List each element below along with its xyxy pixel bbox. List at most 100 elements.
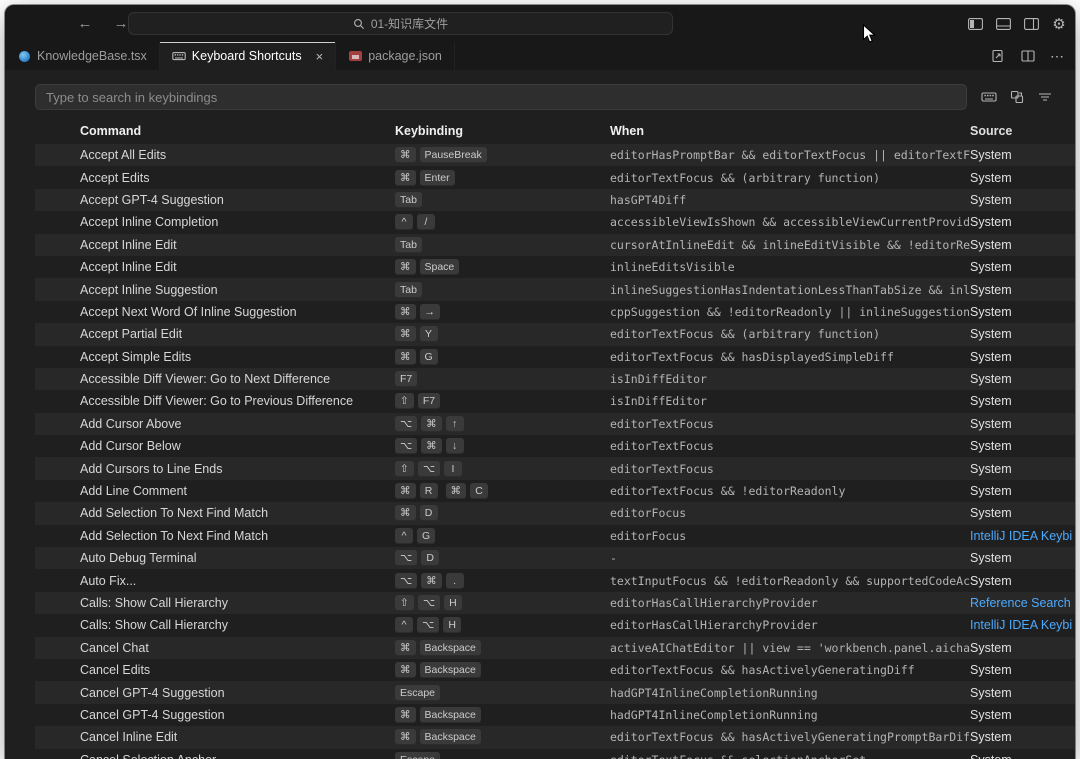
column-header-when[interactable]: When xyxy=(610,124,970,138)
keybinding-cell: ⌥⌘↓ xyxy=(395,438,610,454)
tab-package-json[interactable]: package.json xyxy=(336,42,455,70)
table-row[interactable]: Accessible Diff Viewer: Go to Previous D… xyxy=(35,390,1075,412)
table-row[interactable]: Accept All Edits⌘PauseBreakeditorHasProm… xyxy=(35,144,1075,166)
tab-label: package.json xyxy=(368,49,442,63)
sort-by-precedence-icon[interactable] xyxy=(1009,89,1025,105)
key-chip: ↓ xyxy=(446,438,464,454)
table-row[interactable]: Accept Edits⌘EntereditorTextFocus && (ar… xyxy=(35,166,1075,188)
key-chip: C xyxy=(470,483,488,499)
keybindings-search-input[interactable] xyxy=(35,84,967,110)
table-row[interactable]: Accept Inline Completion^/accessibleView… xyxy=(35,211,1075,233)
table-row[interactable]: Add Cursors to Line Ends⇧⌥IeditorTextFoc… xyxy=(35,457,1075,479)
open-changes-icon[interactable] xyxy=(990,48,1006,64)
key-chord-group: ⌥⌘. xyxy=(395,573,464,589)
table-row[interactable]: Auto Fix...⌥⌘.textInputFocus && !editorR… xyxy=(35,569,1075,591)
when-cell: textInputFocus && !editorReadonly && sup… xyxy=(610,574,970,588)
source-cell: System xyxy=(970,663,1075,677)
layout-sidebar-right-icon[interactable] xyxy=(1023,16,1039,32)
key-chord-group: ⌘Backspace xyxy=(395,662,481,678)
table-row[interactable]: Auto Debug Terminal⌥D-System xyxy=(35,547,1075,569)
record-keys-icon[interactable] xyxy=(981,89,997,105)
table-row[interactable]: Accept Simple Edits⌘GeditorTextFocus && … xyxy=(35,346,1075,368)
keybinding-cell: ⇧⌥I xyxy=(395,461,610,477)
source-cell: IntelliJ IDEA Keybi xyxy=(970,529,1075,543)
key-chip: Enter xyxy=(420,170,455,186)
key-chord-group: ⌘D xyxy=(395,505,438,521)
table-row[interactable]: Add Selection To Next Find Match⌘Deditor… xyxy=(35,502,1075,524)
table-row[interactable]: Accept Inline EditTabcursorAtInlineEdit … xyxy=(35,234,1075,256)
source-cell: System xyxy=(970,260,1075,274)
keybinding-cell: ⌘D xyxy=(395,505,610,521)
tab-keyboard-shortcuts[interactable]: Keyboard Shortcuts × xyxy=(160,42,336,70)
table-row[interactable]: Accept Partial Edit⌘YeditorTextFocus && … xyxy=(35,323,1075,345)
key-chip: ⌘ xyxy=(395,326,416,342)
tab-label: KnowledgeBase.tsx xyxy=(37,49,147,63)
key-chip: ⇧ xyxy=(395,461,414,477)
key-chip: Escape xyxy=(395,752,440,759)
table-row[interactable]: Add Cursor Above⌥⌘↑editorTextFocusSystem xyxy=(35,413,1075,435)
source-label: System xyxy=(970,484,1012,498)
when-cell: accessibleViewIsShown && accessibleViewC… xyxy=(610,215,970,229)
command-cell: Auto Debug Terminal xyxy=(35,551,395,565)
table-row[interactable]: Calls: Show Call Hierarchy^⌥HeditorHasCa… xyxy=(35,614,1075,636)
column-header-command[interactable]: Command xyxy=(35,124,395,138)
table-row[interactable]: Cancel Chat⌘BackspaceactiveAIChatEditor … xyxy=(35,637,1075,659)
source-link[interactable]: Reference Search xyxy=(970,596,1071,610)
layout-panel-icon[interactable] xyxy=(995,16,1011,32)
source-label: System xyxy=(970,372,1012,386)
key-chip: ⌘ xyxy=(395,170,416,186)
source-label: System xyxy=(970,260,1012,274)
key-chip: ⌥ xyxy=(417,617,439,633)
source-label: System xyxy=(970,327,1012,341)
source-cell: Reference Search xyxy=(970,596,1075,610)
more-actions-icon[interactable]: ⋯ xyxy=(1050,48,1065,65)
key-chord-group: ⌥⌘↑ xyxy=(395,416,464,432)
source-link[interactable]: IntelliJ IDEA Keybi xyxy=(970,618,1072,632)
table-row[interactable]: Cancel Inline Edit⌘BackspaceeditorTextFo… xyxy=(35,726,1075,748)
key-chip: ⌘ xyxy=(395,662,416,678)
table-row[interactable]: Cancel Selection AnchorEscapeeditorTextF… xyxy=(35,749,1075,759)
table-row[interactable]: Add Cursor Below⌥⌘↓editorTextFocusSystem xyxy=(35,435,1075,457)
tab-knowledgebase[interactable]: KnowledgeBase.tsx xyxy=(5,42,160,70)
keybinding-cell: ^/ xyxy=(395,214,610,230)
split-editor-icon[interactable] xyxy=(1020,48,1036,64)
source-cell: System xyxy=(970,686,1075,700)
when-cell: editorTextFocus && (arbitrary function) xyxy=(610,171,970,185)
when-cell: editorFocus xyxy=(610,529,970,543)
table-row[interactable]: Accept GPT-4 SuggestionTabhasGPT4DiffSys… xyxy=(35,189,1075,211)
source-cell: System xyxy=(970,462,1075,476)
source-label: System xyxy=(970,238,1012,252)
command-center[interactable]: 01-知识库文件 xyxy=(128,12,673,35)
command-cell: Add Selection To Next Find Match xyxy=(35,529,395,543)
when-cell: editorFocus xyxy=(610,506,970,520)
key-chord-group: ^⌥H xyxy=(395,617,461,633)
column-header-keybinding[interactable]: Keybinding xyxy=(395,124,610,138)
command-cell: Accept Simple Edits xyxy=(35,350,395,364)
table-row[interactable]: Add Selection To Next Find Match^Geditor… xyxy=(35,525,1075,547)
source-link[interactable]: IntelliJ IDEA Keybi xyxy=(970,529,1072,543)
key-chip: I xyxy=(444,461,462,477)
table-row[interactable]: Cancel GPT-4 Suggestion⌘BackspacehadGPT4… xyxy=(35,704,1075,726)
table-row[interactable]: Accept Inline SuggestionTabinlineSuggest… xyxy=(35,278,1075,300)
table-row[interactable]: Cancel Edits⌘BackspaceeditorTextFocus &&… xyxy=(35,659,1075,681)
close-tab-icon[interactable]: × xyxy=(316,49,324,64)
key-chip: D xyxy=(420,505,438,521)
keybinding-cell: ⌘Backspace xyxy=(395,662,610,678)
table-row[interactable]: Add Line Comment⌘R⌘CeditorTextFocus && !… xyxy=(35,480,1075,502)
layout-sidebar-left-icon[interactable] xyxy=(967,16,983,32)
table-row[interactable]: Accept Next Word Of Inline Suggestion⌘→c… xyxy=(35,301,1075,323)
key-chord-group: ⌘Space xyxy=(395,259,459,275)
table-row[interactable]: Calls: Show Call Hierarchy⇧⌥HeditorHasCa… xyxy=(35,592,1075,614)
table-row[interactable]: Cancel GPT-4 SuggestionEscapehadGPT4Inli… xyxy=(35,681,1075,703)
npm-file-icon xyxy=(348,49,362,63)
table-row[interactable]: Accessible Diff Viewer: Go to Next Diffe… xyxy=(35,368,1075,390)
column-header-source[interactable]: Source xyxy=(970,124,1075,138)
keybinding-cell: ^G xyxy=(395,528,610,544)
when-cell: - xyxy=(610,551,970,565)
settings-gear-icon[interactable]: ⚙ xyxy=(1051,16,1067,32)
filter-lines-icon[interactable] xyxy=(1037,89,1053,105)
back-button[interactable]: ← xyxy=(75,15,95,32)
title-bar: ← → 01-知识库文件 ⚙ xyxy=(5,5,1075,42)
command-cell: Add Line Comment xyxy=(35,484,395,498)
table-row[interactable]: Accept Inline Edit⌘SpaceinlineEditsVisib… xyxy=(35,256,1075,278)
